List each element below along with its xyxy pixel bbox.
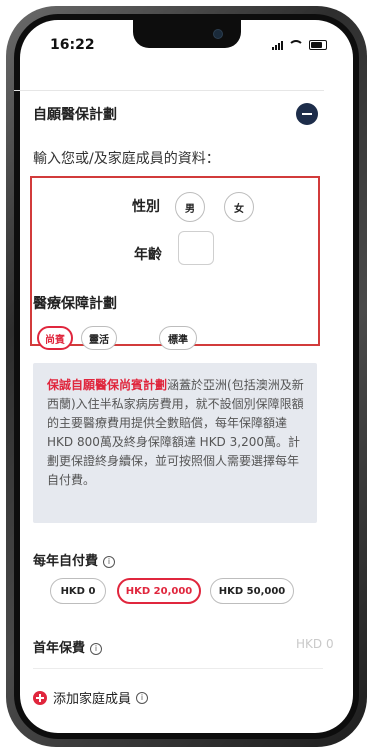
- plan-description: 保誠自願醫保尚賓計劃涵蓋於亞洲(包括澳洲及新西蘭)入住半私家病房費用，就不設個別…: [33, 363, 317, 523]
- deductible-option-20000[interactable]: HKD 20,000: [117, 578, 201, 604]
- signal-icon: [272, 40, 283, 50]
- deductible-option-50000[interactable]: HKD 50,000: [210, 578, 294, 604]
- info-icon[interactable]: i: [103, 555, 116, 568]
- description-text: 涵蓋於亞洲(包括澳洲及新西蘭)入住半私家病房費用，就不設個別保障限額的主要醫療費…: [47, 378, 304, 487]
- description-highlight: 保誠自願醫保尚賓計劃: [47, 378, 168, 392]
- plus-icon: [33, 690, 47, 705]
- add-member-label: 添加家庭成員: [53, 692, 132, 707]
- wifi-icon: [288, 40, 304, 50]
- status-bar: 16:22: [20, 20, 353, 66]
- gender-label: 性別: [132, 199, 160, 215]
- deductible-option-0[interactable]: HKD 0: [50, 578, 106, 604]
- plan-option-flexi[interactable]: 靈活: [81, 326, 117, 350]
- age-input[interactable]: [178, 231, 214, 265]
- instruction-text: 輸入您或/及家庭成員的資料：: [33, 151, 220, 167]
- section-title: 自願醫保計劃: [33, 107, 117, 123]
- info-icon[interactable]: i: [90, 642, 103, 655]
- notch: [133, 20, 241, 48]
- plan-option-premium[interactable]: 尚賓: [37, 326, 73, 350]
- plan-option-standard[interactable]: 標準: [159, 326, 197, 350]
- info-icon[interactable]: i: [136, 691, 149, 704]
- gender-male-button[interactable]: 男: [175, 192, 205, 222]
- deductible-title: 每年自付費 i: [33, 550, 116, 569]
- premium-divider: [33, 668, 323, 669]
- battery-icon: [309, 40, 327, 50]
- age-label: 年齡: [134, 247, 162, 263]
- gender-female-button[interactable]: 女: [224, 192, 254, 222]
- status-time: 16:22: [50, 37, 95, 53]
- plan-label: 醫療保障計劃: [33, 296, 117, 312]
- camera-icon: [213, 29, 223, 39]
- add-member-button[interactable]: 添加家庭成員 i: [33, 688, 149, 707]
- premium-value: HKD 0: [296, 637, 334, 651]
- premium-title: 首年保費 i: [33, 637, 103, 656]
- status-icons: [272, 40, 327, 50]
- collapse-button[interactable]: [296, 103, 318, 125]
- top-divider: [14, 90, 324, 91]
